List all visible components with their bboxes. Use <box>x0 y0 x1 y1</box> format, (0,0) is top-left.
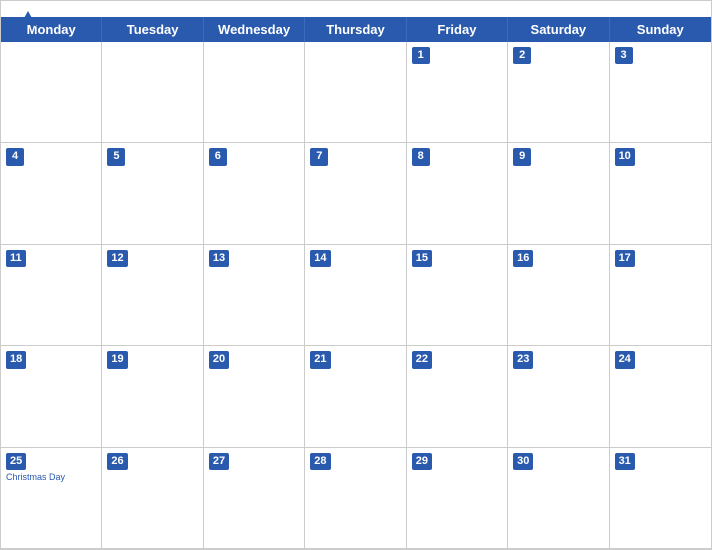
calendar-cell <box>305 42 406 143</box>
calendar-cell: 13 <box>204 245 305 346</box>
calendar-cell: 4 <box>1 143 102 244</box>
date-number: 20 <box>209 351 229 368</box>
calendar-cell: 7 <box>305 143 406 244</box>
date-number: 9 <box>513 148 531 165</box>
date-number: 24 <box>615 351 635 368</box>
date-number: 2 <box>513 47 531 64</box>
calendar-cell <box>102 42 203 143</box>
date-number: 3 <box>615 47 633 64</box>
date-number: 31 <box>615 453 635 470</box>
date-number: 23 <box>513 351 533 368</box>
calendar-cell: 5 <box>102 143 203 244</box>
date-number: 6 <box>209 148 227 165</box>
date-number: 1 <box>412 47 430 64</box>
date-number: 19 <box>107 351 127 368</box>
date-number: 7 <box>310 148 328 165</box>
calendar-cell: 27 <box>204 448 305 549</box>
date-number: 30 <box>513 453 533 470</box>
calendar-cell: 17 <box>610 245 711 346</box>
calendar-header <box>1 1 711 17</box>
date-number: 16 <box>513 250 533 267</box>
day-header-saturday: Saturday <box>508 17 609 42</box>
date-number: 10 <box>615 148 635 165</box>
calendar-cell: 29 <box>407 448 508 549</box>
day-header-friday: Friday <box>407 17 508 42</box>
day-header-wednesday: Wednesday <box>204 17 305 42</box>
date-number: 26 <box>107 453 127 470</box>
date-number: 25 <box>6 453 26 470</box>
calendar-cell: 11 <box>1 245 102 346</box>
date-number: 17 <box>615 250 635 267</box>
calendar-cell <box>1 42 102 143</box>
date-number: 11 <box>6 250 26 267</box>
calendar-cell: 12 <box>102 245 203 346</box>
calendar-cell: 18 <box>1 346 102 447</box>
date-number: 18 <box>6 351 26 368</box>
holiday-text: Christmas Day <box>6 472 96 482</box>
calendar-cell <box>204 42 305 143</box>
date-number: 21 <box>310 351 330 368</box>
day-headers: MondayTuesdayWednesdayThursdayFridaySatu… <box>1 17 711 42</box>
logo <box>17 9 43 36</box>
calendar-cell: 16 <box>508 245 609 346</box>
date-number: 15 <box>412 250 432 267</box>
calendar-cell: 23 <box>508 346 609 447</box>
date-number: 22 <box>412 351 432 368</box>
date-number: 5 <box>107 148 125 165</box>
calendar-cell: 6 <box>204 143 305 244</box>
date-number: 27 <box>209 453 229 470</box>
calendar-cell: 2 <box>508 42 609 143</box>
date-number: 4 <box>6 148 24 165</box>
calendar-cell: 30 <box>508 448 609 549</box>
calendar-cell: 24 <box>610 346 711 447</box>
logo-bird-icon <box>17 9 39 36</box>
date-number: 13 <box>209 250 229 267</box>
calendar-cell: 28 <box>305 448 406 549</box>
date-number: 29 <box>412 453 432 470</box>
calendar: MondayTuesdayWednesdayThursdayFridaySatu… <box>0 0 712 550</box>
calendar-cell: 19 <box>102 346 203 447</box>
date-number: 12 <box>107 250 127 267</box>
calendar-cell: 25 Christmas Day <box>1 448 102 549</box>
calendar-cell: 14 <box>305 245 406 346</box>
calendar-cell: 8 <box>407 143 508 244</box>
day-header-tuesday: Tuesday <box>102 17 203 42</box>
calendar-cell: 10 <box>610 143 711 244</box>
calendar-cell: 22 <box>407 346 508 447</box>
calendar-cell: 3 <box>610 42 711 143</box>
calendar-cell: 9 <box>508 143 609 244</box>
date-number: 14 <box>310 250 330 267</box>
calendar-cell: 1 <box>407 42 508 143</box>
calendar-grid: 1234567891011121314151617181920212223242… <box>1 42 711 549</box>
calendar-cell: 20 <box>204 346 305 447</box>
calendar-cell: 26 <box>102 448 203 549</box>
day-header-sunday: Sunday <box>610 17 711 42</box>
calendar-cell: 31 <box>610 448 711 549</box>
date-number: 28 <box>310 453 330 470</box>
calendar-cell: 21 <box>305 346 406 447</box>
date-number: 8 <box>412 148 430 165</box>
calendar-cell: 15 <box>407 245 508 346</box>
day-header-thursday: Thursday <box>305 17 406 42</box>
